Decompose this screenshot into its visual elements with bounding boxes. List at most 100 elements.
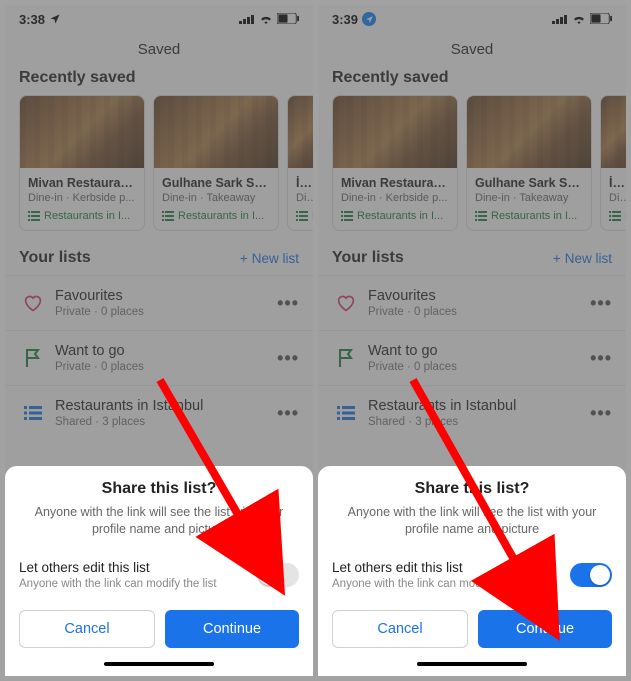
location-active-icon	[362, 12, 376, 26]
edit-label: Let others edit this list	[332, 560, 530, 575]
edit-toggle[interactable]	[257, 563, 299, 587]
card-list-chip: Restaurants in I...	[475, 210, 583, 222]
list-name: Restaurants in Istanbul	[368, 398, 590, 414]
plus-icon: +	[553, 251, 561, 266]
page-title: Saved	[5, 33, 313, 65]
more-icon[interactable]: •••	[277, 403, 299, 424]
recently-saved-cards[interactable]: Mivan Restauran... Dine-in · Kerbside p.…	[5, 95, 313, 245]
list-meta: Private · 0 places	[368, 306, 590, 318]
card-title: Gulhane Sark So...	[475, 176, 583, 190]
card-gulhane[interactable]: Gulhane Sark So... Dine-in · Takeaway Re…	[466, 95, 592, 231]
status-time: 3:39	[332, 12, 358, 27]
new-list-button[interactable]: + New list	[240, 251, 299, 266]
card-subtitle: Dine-in · Kerbside p...	[341, 192, 449, 204]
recently-saved-cards[interactable]: Mivan Restauran... Dine-in · Kerbside p.…	[318, 95, 626, 245]
card-list-chip: Restaurants in I...	[341, 210, 449, 222]
share-sheet: Share this list? Anyone with the link wi…	[5, 466, 313, 676]
list-row-want-to-go[interactable]: Want to go Private · 0 places •••	[318, 330, 626, 385]
list-meta: Shared · 3 places	[368, 416, 590, 428]
list-icon	[19, 406, 47, 420]
edit-sublabel: Anyone with the link can modify the list	[332, 578, 530, 590]
more-icon[interactable]: •••	[590, 293, 612, 314]
list-row-favourites[interactable]: Favourites Private · 0 places •••	[318, 275, 626, 330]
section-your-lists-title: Your lists	[332, 249, 404, 267]
list-row-want-to-go[interactable]: Want to go Private · 0 places •••	[5, 330, 313, 385]
card-subtitle: Dine-in · Kerbside p...	[28, 192, 136, 204]
wifi-icon	[572, 12, 586, 27]
heart-icon	[332, 294, 360, 312]
battery-icon	[590, 12, 612, 27]
card-mivan[interactable]: Mivan Restauran... Dine-in · Kerbside p.…	[19, 95, 145, 231]
card-image	[288, 96, 313, 168]
cancel-button[interactable]: Cancel	[19, 610, 155, 648]
sheet-title: Share this list?	[19, 480, 299, 498]
edit-label: Let others edit this list	[19, 560, 217, 575]
edit-sublabel: Anyone with the link can modify the list	[19, 578, 217, 590]
card-image	[467, 96, 591, 168]
sheet-subtitle: Anyone with the link will see the list w…	[332, 504, 612, 538]
continue-button[interactable]: Continue	[478, 610, 612, 648]
list-name: Favourites	[368, 288, 590, 304]
location-icon	[49, 13, 61, 25]
card-list-chip: Re	[296, 210, 313, 222]
list-row-restaurants-istanbul[interactable]: Restaurants in Istanbul Shared · 3 place…	[5, 385, 313, 440]
card-image	[20, 96, 144, 168]
card-image	[154, 96, 278, 168]
list-row-favourites[interactable]: Favourites Private · 0 places •••	[5, 275, 313, 330]
more-icon[interactable]: •••	[590, 348, 612, 369]
card-subtitle: Dine-	[609, 192, 626, 204]
share-sheet: Share this list? Anyone with the link wi…	[318, 466, 626, 676]
status-bar: 3:38	[5, 5, 313, 33]
list-icon	[332, 406, 360, 420]
more-icon[interactable]: •••	[277, 348, 299, 369]
more-icon[interactable]: •••	[590, 403, 612, 424]
sheet-title: Share this list?	[332, 480, 612, 498]
card-gulhane[interactable]: Gulhane Sark So... Dine-in · Takeaway Re…	[153, 95, 279, 231]
flag-icon	[19, 348, 47, 368]
card-title: Mivan Restauran...	[28, 176, 136, 190]
card-title: Mivan Restauran...	[341, 176, 449, 190]
page-title: Saved	[318, 33, 626, 65]
list-meta: Private · 0 places	[368, 361, 590, 373]
new-list-button[interactable]: + New list	[553, 251, 612, 266]
list-meta: Private · 0 places	[55, 361, 277, 373]
phone-left: 3:38 Saved Recently saved Mivan Restaura…	[5, 5, 313, 676]
card-istan-partial[interactable]: İstan Dine- Re	[600, 95, 626, 231]
plus-icon: +	[240, 251, 248, 266]
list-name: Favourites	[55, 288, 277, 304]
card-mivan[interactable]: Mivan Restauran... Dine-in · Kerbside p.…	[332, 95, 458, 231]
heart-icon	[19, 294, 47, 312]
battery-icon	[277, 12, 299, 27]
status-bar: 3:39	[318, 5, 626, 33]
home-indicator[interactable]	[104, 662, 214, 667]
signal-icon	[239, 12, 255, 27]
card-list-chip: Re	[609, 210, 626, 222]
card-subtitle: Dine-in · Takeaway	[162, 192, 270, 204]
card-subtitle: Dine-	[296, 192, 313, 204]
list-name: Want to go	[55, 343, 277, 359]
continue-button[interactable]: Continue	[165, 610, 299, 648]
card-title: İstan	[296, 176, 313, 190]
list-name: Want to go	[368, 343, 590, 359]
section-recently-saved-title: Recently saved	[5, 65, 313, 95]
flag-icon	[332, 348, 360, 368]
list-name: Restaurants in Istanbul	[55, 398, 277, 414]
card-image	[333, 96, 457, 168]
edit-toggle[interactable]	[570, 563, 612, 587]
wifi-icon	[259, 12, 273, 27]
more-icon[interactable]: •••	[277, 293, 299, 314]
list-row-restaurants-istanbul[interactable]: Restaurants in Istanbul Shared · 3 place…	[318, 385, 626, 440]
status-time: 3:38	[19, 12, 45, 27]
card-title: Gulhane Sark So...	[162, 176, 270, 190]
sheet-subtitle: Anyone with the link will see the list w…	[19, 504, 299, 538]
home-indicator[interactable]	[417, 662, 527, 667]
list-meta: Shared · 3 places	[55, 416, 277, 428]
card-list-chip: Restaurants in I...	[162, 210, 270, 222]
cancel-button[interactable]: Cancel	[332, 610, 468, 648]
card-title: İstan	[609, 176, 626, 190]
card-istan-partial[interactable]: İstan Dine- Re	[287, 95, 313, 231]
section-recently-saved-title: Recently saved	[318, 65, 626, 95]
card-list-chip: Restaurants in I...	[28, 210, 136, 222]
card-subtitle: Dine-in · Takeaway	[475, 192, 583, 204]
signal-icon	[552, 12, 568, 27]
